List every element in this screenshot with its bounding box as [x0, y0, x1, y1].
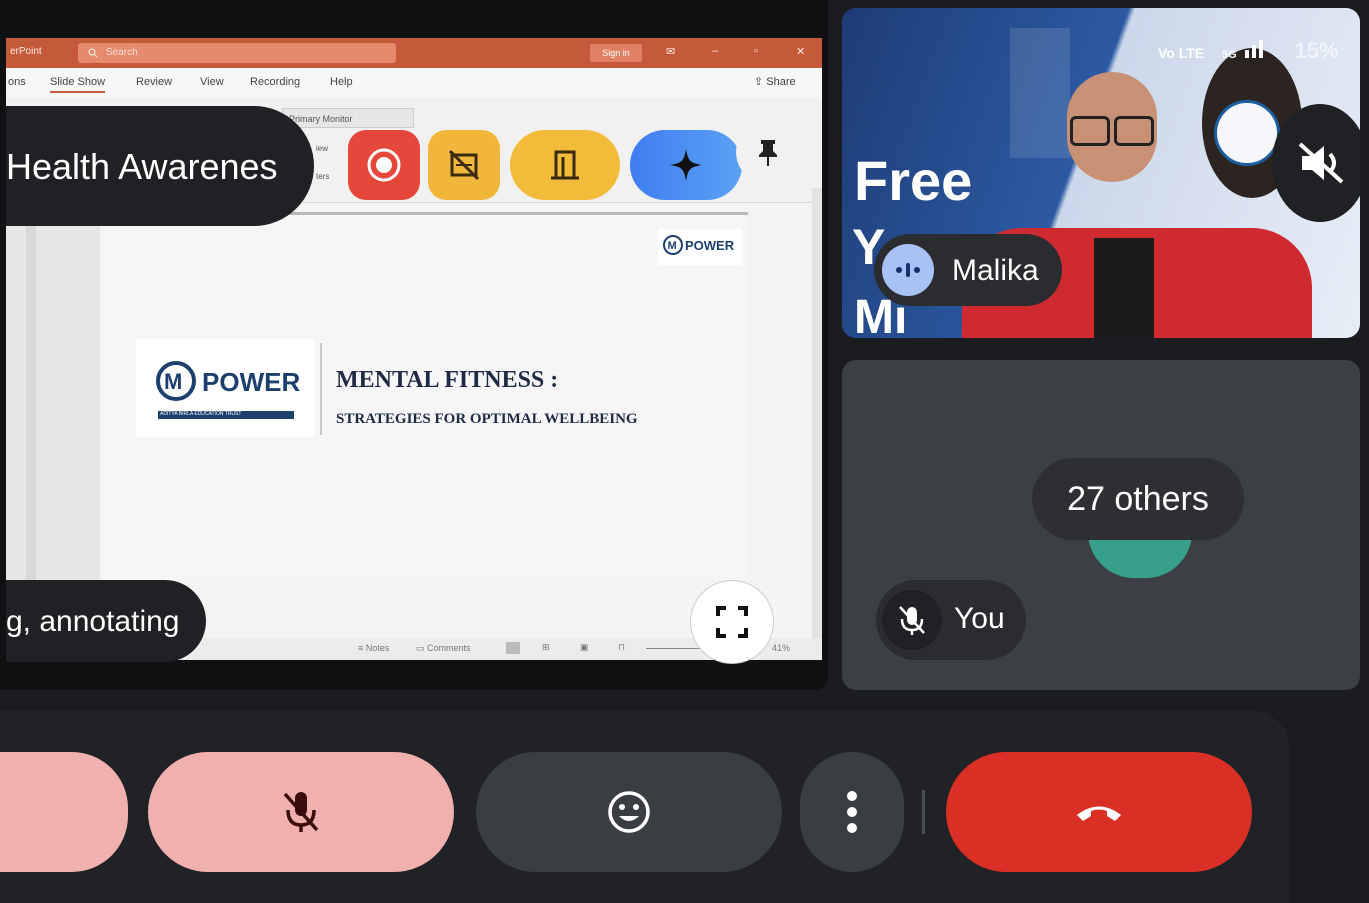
control-divider [922, 790, 925, 834]
signal-icon [1244, 40, 1263, 58]
speaker-name-pill: Malika [874, 234, 1062, 306]
svg-text:M: M [668, 240, 677, 252]
backdrop-logo [1214, 100, 1280, 166]
leave-call-button[interactable] [946, 752, 1252, 872]
caption-title-text: Health Awarenes [6, 146, 278, 187]
gemini-button[interactable] [630, 130, 742, 200]
pin-icon [759, 140, 777, 166]
reading-view-icon[interactable]: ▣ [580, 642, 589, 653]
tab-help[interactable]: Help [330, 76, 353, 88]
svg-text:M: M [164, 369, 182, 394]
slide-title: MENTAL FITNESS : [336, 367, 559, 393]
end-call-icon [1077, 806, 1121, 821]
volume-off-icon [1298, 142, 1344, 184]
slide-logo: M POWER ADITYA BIRLA EDUCATION TRUST [136, 339, 314, 437]
notes-button[interactable]: ≡ Notes [358, 643, 389, 653]
battery-label: 15% [1294, 38, 1339, 63]
tab-review[interactable]: Review [136, 76, 172, 88]
mic-toggle-button[interactable] [148, 752, 454, 872]
search-icon [88, 48, 98, 58]
backdrop-text: Free [854, 149, 973, 212]
comments-button[interactable]: ▭ Comments [416, 643, 471, 654]
phone-status-bar: Vo LTE 5G 15% [1158, 36, 1339, 64]
ribbon-label-presenters: ters [316, 172, 330, 181]
pin-button[interactable] [736, 120, 800, 184]
signal-label: 5G [1222, 49, 1237, 61]
reactions-button[interactable] [476, 752, 782, 872]
others-count: 27 others [1067, 480, 1209, 518]
slide-logo-tagline: ADITYA BIRLA EDUCATION TRUST [160, 411, 242, 417]
more-options-button[interactable] [800, 752, 904, 872]
sign-in-button[interactable]: Sign in [590, 44, 642, 62]
self-name-pill: You [876, 580, 1026, 660]
monitor-select[interactable]: Primary Monitor [282, 108, 414, 128]
speaking-icon [896, 263, 920, 277]
maximize-icon[interactable]: ▫ [754, 45, 758, 57]
minimize-icon[interactable]: – [712, 45, 718, 57]
slide-logo-text: POWER [202, 367, 301, 397]
slide-canvas: M POWER M POWER ADITYA BIRLA EDUCATION T… [106, 212, 748, 581]
network-label: Vo LTE [1158, 45, 1205, 61]
record-icon [367, 148, 401, 182]
normal-view-icon[interactable] [506, 642, 520, 654]
mic-off-icon [899, 606, 925, 635]
tab-view[interactable]: View [200, 76, 224, 88]
powerpoint-titlebar: erPoint Search Sign in ✉ – ▫ ✕ [6, 38, 822, 68]
caption-line-text: g, annotating [6, 605, 180, 638]
emoji-icon [608, 791, 650, 833]
door-icon [551, 150, 579, 180]
feedback-icon[interactable]: ✉ [666, 45, 675, 58]
breakout-button[interactable] [510, 130, 620, 200]
share-label: Share [766, 76, 796, 88]
mic-off-icon [283, 792, 319, 832]
close-icon[interactable]: ✕ [796, 45, 805, 58]
mpower-logo-icon: M [156, 361, 196, 401]
search-placeholder: Search [106, 47, 138, 58]
comments-label: Comments [427, 643, 471, 653]
caption-title-pill: Health Awarenes [6, 106, 314, 226]
thumbnail-pane[interactable] [6, 202, 100, 582]
notes-label: Notes [365, 643, 390, 653]
ribbon-tabs: ons Slide Show Review View Recording Hel… [6, 68, 822, 99]
caption-line-pill: g, annotating [6, 580, 206, 662]
self-name: You [954, 602, 1005, 635]
shared-screen: erPoint Search Sign in ✉ – ▫ ✕ ons Slide… [0, 0, 828, 690]
fullscreen-button[interactable] [690, 580, 774, 664]
fullscreen-icon [716, 606, 748, 638]
slide-subtitle: STRATEGIES FOR OPTIMAL WELLBEING [336, 411, 638, 427]
vertical-scrollbar[interactable] [812, 188, 822, 638]
speaker-video-tile[interactable]: Free Y Mi Vo LTE 5G 15% Malika [842, 8, 1360, 338]
hide-icon [448, 149, 480, 181]
slide-sorter-icon[interactable]: ⊞ [542, 642, 550, 653]
gemini-icon [670, 149, 702, 181]
speaker-name: Malika [952, 254, 1039, 287]
self-mic-status [882, 590, 942, 650]
others-count-pill: 27 others [1032, 458, 1244, 540]
search-box[interactable]: Search [78, 43, 396, 63]
tab-slide-show[interactable]: Slide Show [50, 76, 106, 93]
mpower-logo-icon: M [663, 235, 683, 255]
app-label: erPoint [10, 46, 42, 57]
hide-view-button[interactable] [428, 130, 500, 200]
camera-button[interactable] [0, 752, 128, 872]
share-button[interactable]: ⇪ Share [754, 75, 796, 88]
presenter-icon[interactable]: ⊓ [618, 642, 625, 653]
more-vert-icon [847, 791, 857, 833]
corner-logo: M POWER [658, 229, 742, 265]
tab-recording[interactable]: Recording [250, 76, 300, 88]
tab-options[interactable]: ons [8, 76, 26, 88]
record-button[interactable] [348, 130, 420, 200]
others-tile[interactable]: 27 others You [842, 360, 1360, 690]
ribbon-label-view: iew [316, 144, 329, 153]
zoom-level[interactable]: 41% [772, 643, 790, 653]
speaker-audio-button[interactable] [1272, 104, 1360, 222]
speaking-indicator [882, 244, 934, 296]
corner-logo-text: POWER [685, 238, 735, 253]
